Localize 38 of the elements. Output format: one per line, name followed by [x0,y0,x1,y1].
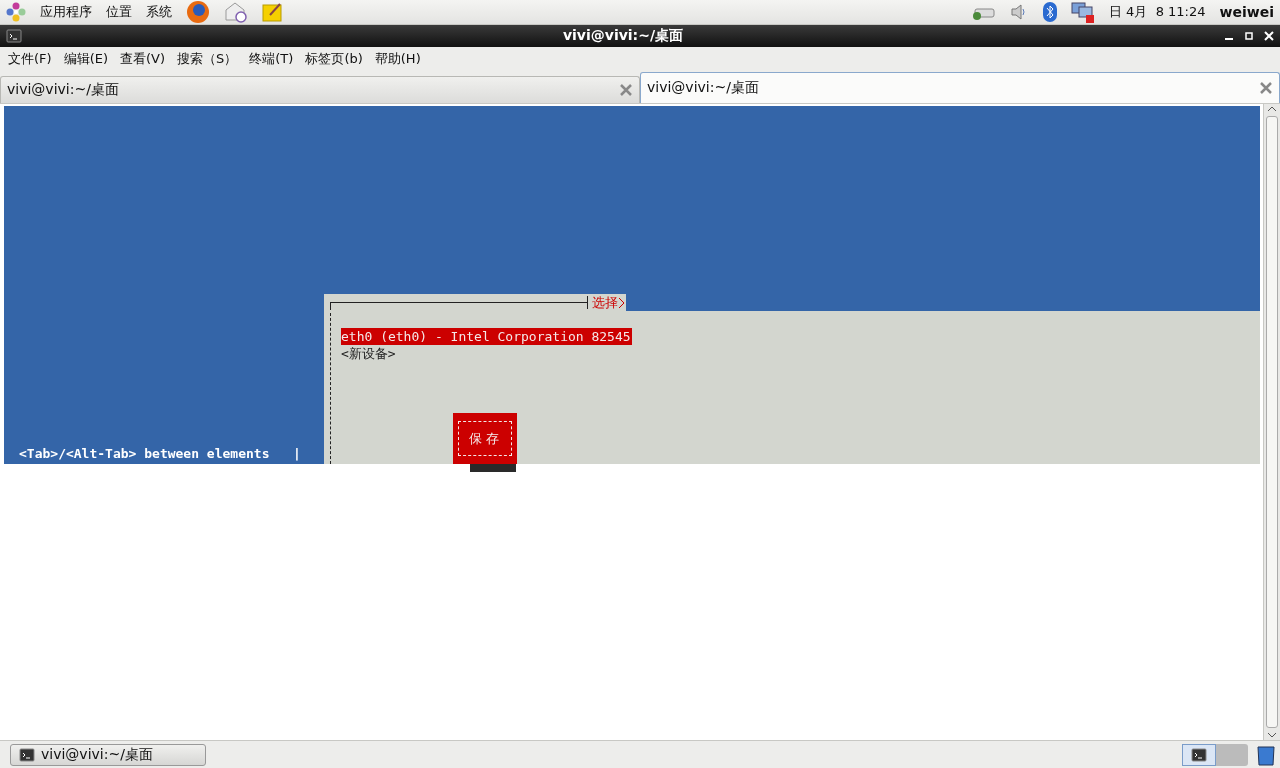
menu-item[interactable]: 帮助(H) [368,50,427,68]
device-list-item[interactable]: eth0 (eth0) - Intel Corporation 82545 [341,328,632,345]
key-hint-text: <Tab>/<Alt-Tab> between elements | [18,446,302,463]
workspace-switcher[interactable] [1182,743,1248,766]
bluetooth-icon[interactable] [1043,2,1057,22]
terminal-tab[interactable]: vivi@vivi:~/桌面 [0,76,640,103]
panel-menu[interactable]: 系统 [146,3,172,21]
menu-item[interactable]: 标签页(b) [299,50,369,68]
browser-globe-icon[interactable] [186,0,210,24]
terminal-tab[interactable]: vivi@vivi:~/桌面 [640,72,1280,103]
scrollbar-thumb[interactable] [1266,116,1278,728]
flower-logo-icon[interactable] [6,2,26,22]
clock-text[interactable]: 日 4月 8 11:24 [1109,3,1206,21]
window-title: vivi@vivi:~/桌面 [561,27,685,45]
scroll-up-icon[interactable] [1267,104,1277,114]
terminal-icon [19,746,35,763]
panel-menu[interactable]: 位置 [106,3,132,21]
menu-item[interactable]: 编辑(E) [57,50,114,68]
scrollbar[interactable] [1263,104,1280,740]
task-button[interactable]: vivi@vivi:~/桌面 [10,743,206,766]
menu-item[interactable]: 查看(V) [114,50,172,68]
notepad-pencil-icon[interactable] [262,2,284,22]
trash-icon[interactable] [1256,743,1276,766]
tab-label[interactable]: vivi@vivi:~/桌面 [647,79,1259,97]
menu-item[interactable]: 文件(F) [2,50,58,68]
terminal-icon [1191,746,1207,763]
network-disconnected-icon[interactable] [1071,1,1095,23]
tab-label[interactable]: vivi@vivi:~/桌面 [7,81,619,99]
scroll-down-icon[interactable] [1267,730,1277,740]
chevron-icon [618,296,626,309]
dialog-title: 选择 [587,296,618,309]
maximize-icon[interactable] [1244,31,1254,41]
menu-item[interactable]: 终端(T) [243,50,300,68]
menu-item[interactable]: 搜索（S） [171,50,244,68]
device-list-item[interactable]: <新设备> [341,345,397,362]
panel-menu[interactable]: 应用程序 [40,3,92,21]
user-name[interactable]: weiwei [1219,4,1274,20]
terminal-icon [6,28,22,44]
